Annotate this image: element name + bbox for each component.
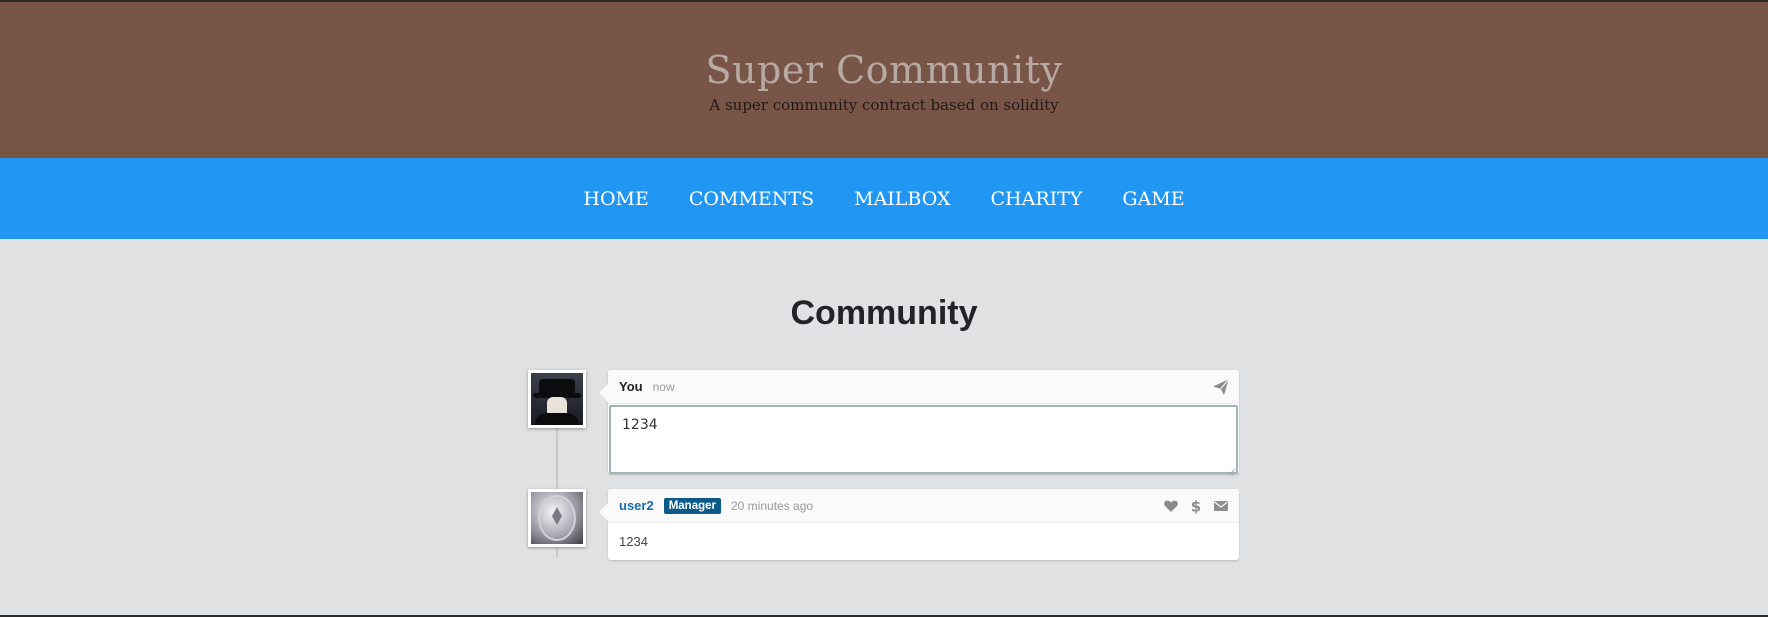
nav-item-mailbox[interactable]: MAILBOX: [854, 188, 950, 210]
comment-composer: You now: [599, 370, 1239, 476]
avatar-you: [528, 370, 586, 428]
resize-handle[interactable]: [1228, 463, 1236, 476]
hero-header: Super Community A super community contra…: [0, 0, 1768, 158]
nav-item-charity[interactable]: CHARITY: [991, 188, 1083, 210]
site-title: Super Community: [705, 48, 1063, 92]
avatar-user2: [528, 489, 586, 547]
comment-body: 1234: [619, 534, 648, 549]
comment-author-link[interactable]: user2: [619, 498, 654, 513]
heart-icon[interactable]: [1163, 498, 1179, 514]
svg-text:$: $: [1191, 498, 1201, 514]
site-subtitle: A super community contract based on soli…: [709, 96, 1059, 114]
comment-input[interactable]: [609, 405, 1238, 474]
composer-time: now: [652, 379, 675, 394]
role-badge: Manager: [663, 497, 721, 514]
paper-plane-icon[interactable]: [1213, 379, 1229, 395]
page-title: Community: [790, 294, 978, 332]
nav-item-home[interactable]: HOME: [583, 188, 648, 210]
comment-item: user2 Manager 20 minutes ago $ 1234: [599, 489, 1239, 560]
main-nav: HOME COMMENTS MAILBOX CHARITY GAME: [0, 158, 1768, 239]
envelope-icon[interactable]: [1213, 498, 1229, 514]
comment-header: user2 Manager 20 minutes ago $: [608, 489, 1239, 523]
comment-time: 20 minutes ago: [731, 498, 814, 513]
nav-item-comments[interactable]: COMMENTS: [689, 188, 814, 210]
composer-author: You: [619, 379, 643, 394]
nav-item-game[interactable]: GAME: [1122, 188, 1184, 210]
dollar-icon[interactable]: $: [1188, 498, 1204, 516]
composer-header: You now: [608, 370, 1239, 404]
